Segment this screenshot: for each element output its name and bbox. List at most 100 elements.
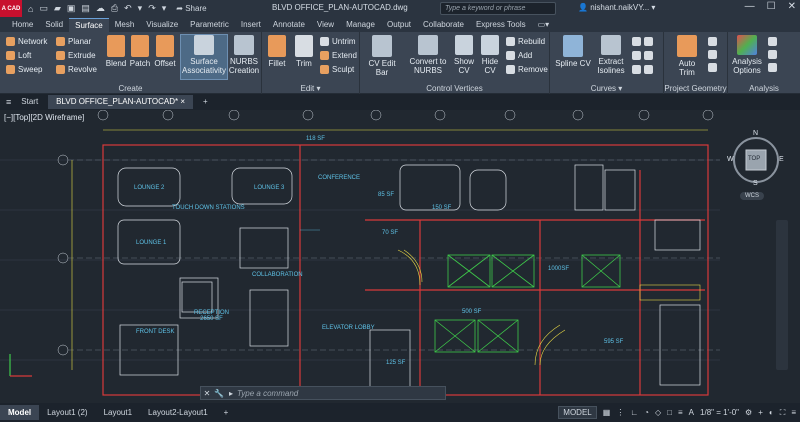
home-icon[interactable]: ⌂ xyxy=(28,4,33,14)
tab-visualize[interactable]: Visualize xyxy=(140,18,184,32)
fillet-button[interactable]: Fillet xyxy=(264,35,290,68)
tab-output[interactable]: Output xyxy=(381,18,417,32)
minimize-button[interactable]: — xyxy=(745,1,755,12)
layout-tab-1[interactable]: Layout1 (2) xyxy=(39,405,95,420)
application-menu-button[interactable]: A CAD xyxy=(0,0,22,17)
start-tab[interactable]: Start xyxy=(13,95,46,109)
analysis-options-button[interactable]: Analysis Options xyxy=(730,35,764,75)
remove-cv-button[interactable]: Remove xyxy=(506,65,548,74)
new-file-icon[interactable]: ▭ xyxy=(39,3,48,14)
curve-tools-row-2[interactable] xyxy=(632,51,653,60)
tab-annotate[interactable]: Annotate xyxy=(267,18,311,32)
extend-button[interactable]: Extend xyxy=(320,51,357,60)
sweep-button[interactable]: Sweep xyxy=(6,65,42,74)
tab-insert[interactable]: Insert xyxy=(235,18,267,32)
snap-icon[interactable]: ⋮ xyxy=(616,408,624,417)
loft-button[interactable]: Loft xyxy=(6,51,31,60)
viewport-controls[interactable]: [−][Top][2D Wireframe] xyxy=(4,113,84,122)
auto-trim-button[interactable]: Auto Trim xyxy=(670,35,704,77)
curve-tools-row-1[interactable] xyxy=(632,37,653,46)
command-input[interactable]: Type a command xyxy=(237,389,298,398)
fullscreen-icon[interactable]: ⛶ xyxy=(780,408,786,418)
layout-tab-3[interactable]: Layout2-Layout1 xyxy=(140,405,216,420)
extrude-button[interactable]: Extrude xyxy=(56,51,96,60)
tab-surface[interactable]: Surface xyxy=(69,18,109,32)
print-icon[interactable]: ⎙ xyxy=(111,3,118,14)
compass-east[interactable]: E xyxy=(779,156,784,163)
convert-to-nurbs-button[interactable]: Convert to NURBS xyxy=(406,35,450,75)
undo-icon[interactable]: ↶ xyxy=(124,3,132,14)
trim-button[interactable]: Trim xyxy=(292,35,316,68)
tab-manage[interactable]: Manage xyxy=(340,18,381,32)
spline-cv-button[interactable]: Spline CV xyxy=(552,35,594,68)
model-space-toggle[interactable]: MODEL xyxy=(558,406,597,419)
compass-north[interactable]: N xyxy=(753,130,758,137)
undo-dropdown-icon[interactable]: ▾ xyxy=(138,3,143,14)
ortho-icon[interactable]: ∟ xyxy=(630,408,638,417)
tab-view[interactable]: View xyxy=(311,18,340,32)
open-folder-icon[interactable]: ▰ xyxy=(54,3,61,14)
project-tools[interactable] xyxy=(708,37,717,72)
wcs-button[interactable]: WCS xyxy=(740,192,764,200)
compass-south[interactable]: S xyxy=(753,180,758,187)
customize-icon[interactable]: ≡ xyxy=(791,408,796,417)
maximize-button[interactable]: ☐ xyxy=(767,1,776,12)
annotation-scale[interactable]: 1/8" = 1'-0" xyxy=(700,408,739,417)
save-as-icon[interactable]: ▤ xyxy=(81,3,90,14)
add-layout-button[interactable]: + xyxy=(216,405,237,420)
revolve-button[interactable]: Revolve xyxy=(56,65,97,74)
rebuild-button[interactable]: Rebuild xyxy=(506,37,545,46)
patch-button[interactable]: Patch xyxy=(128,35,152,68)
tab-express-tools[interactable]: Express Tools xyxy=(470,18,532,32)
save-icon[interactable]: ▣ xyxy=(67,3,76,14)
blend-button[interactable]: Blend xyxy=(104,35,128,68)
command-line[interactable]: ✕ 🔧 ▸ Type a command xyxy=(200,386,446,400)
close-command-icon[interactable]: ✕ xyxy=(201,389,213,398)
analysis-tools[interactable] xyxy=(768,37,777,72)
model-tab[interactable]: Model xyxy=(0,405,40,420)
new-tab-button[interactable]: + xyxy=(195,95,216,109)
sculpt-button[interactable]: Sculpt xyxy=(320,65,354,74)
grid-icon[interactable]: ▦ xyxy=(603,408,611,417)
untrim-button[interactable]: Untrim xyxy=(320,37,356,46)
edit-panel-title[interactable]: Edit ▾ xyxy=(262,84,359,93)
nurbs-creation-button[interactable]: NURBS Creation xyxy=(228,35,260,75)
extract-isolines-button[interactable]: Extract Isolines xyxy=(594,35,628,75)
compass-west[interactable]: W xyxy=(727,156,734,163)
lineweight-icon[interactable]: ≡ xyxy=(678,408,683,417)
tab-mesh[interactable]: Mesh xyxy=(109,18,141,32)
curve-tools-row-3[interactable] xyxy=(632,65,653,74)
curves-panel-title[interactable]: Curves ▾ xyxy=(550,84,663,93)
offset-button[interactable]: Offset xyxy=(152,35,178,68)
create-panel-title[interactable]: Create xyxy=(0,84,261,93)
layout-tab-2[interactable]: Layout1 xyxy=(96,405,140,420)
planar-button[interactable]: Planar xyxy=(56,37,91,46)
drawing-canvas[interactable]: [−][Top][2D Wireframe] LOUNGE 2 LOUNGE 3… xyxy=(0,110,800,403)
annotation-icon[interactable]: A xyxy=(689,408,694,417)
view-cube[interactable]: TOP N S E W WCS xyxy=(727,130,784,200)
tab-home[interactable]: Home xyxy=(6,18,39,32)
navigation-bar[interactable] xyxy=(776,220,788,370)
ribbon-options-icon[interactable]: ▭▾ xyxy=(532,18,556,32)
tab-collaborate[interactable]: Collaborate xyxy=(417,18,470,32)
cube-top-label[interactable]: TOP xyxy=(748,156,760,162)
search-input[interactable]: Type a keyword or phrase xyxy=(440,2,556,15)
show-cv-button[interactable]: Show CV xyxy=(452,35,476,75)
network-button[interactable]: Network xyxy=(6,37,47,46)
tab-parametric[interactable]: Parametric xyxy=(184,18,235,32)
cv-edit-bar-button[interactable]: CV Edit Bar xyxy=(362,35,402,77)
share-button[interactable]: ➦ Share xyxy=(176,4,206,13)
user-account[interactable]: 👤 nishant.naikVY... ▾ xyxy=(578,3,655,12)
settings-icon[interactable]: ⚙ xyxy=(745,408,752,417)
surface-associativity-button[interactable]: Surface Associativity xyxy=(180,34,228,80)
add-cv-button[interactable]: Add xyxy=(506,51,532,60)
redo-dropdown-icon[interactable]: ▾ xyxy=(162,3,167,14)
save-cloud-icon[interactable]: ☁ xyxy=(96,3,105,14)
close-tab-icon[interactable]: × xyxy=(180,97,185,106)
polar-icon[interactable]: ◔ xyxy=(644,408,649,417)
wrench-icon[interactable]: 🔧 xyxy=(213,389,225,398)
menu-icon[interactable]: ≡ xyxy=(6,97,11,107)
hide-cv-button[interactable]: Hide CV xyxy=(478,35,502,75)
tab-solid[interactable]: Solid xyxy=(39,18,69,32)
isodraft-icon[interactable]: ◇ xyxy=(655,408,661,417)
